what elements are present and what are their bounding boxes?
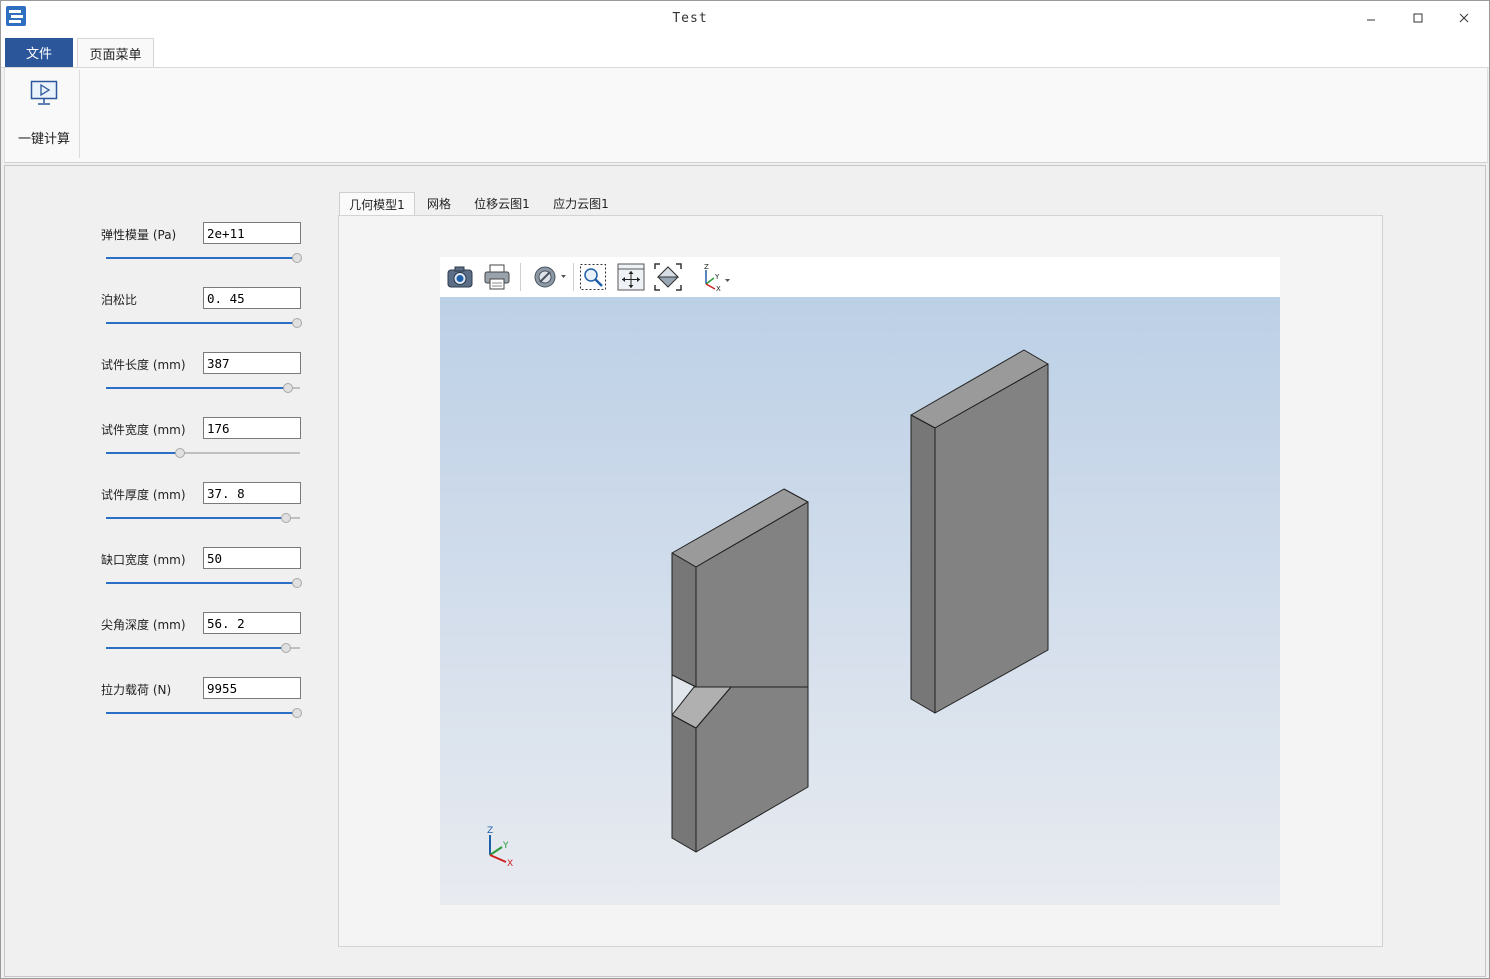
minimize-icon bbox=[1367, 19, 1375, 21]
tab-page-menu[interactable]: 页面菜单 bbox=[77, 38, 154, 67]
tab-mesh[interactable]: 网格 bbox=[419, 192, 459, 215]
slider-fill bbox=[106, 387, 291, 389]
ribbon-panel: 一键计算 bbox=[4, 68, 1488, 163]
poisson-ratio-input[interactable] bbox=[203, 287, 301, 309]
hide-icon[interactable] bbox=[532, 262, 568, 292]
viewer-toolbar: Z Y X bbox=[440, 257, 1280, 297]
calc-button-label: 一键计算 bbox=[17, 132, 70, 147]
elastic-modulus-input[interactable] bbox=[203, 222, 301, 244]
maximize-button[interactable] bbox=[1395, 5, 1441, 31]
minimize-button[interactable] bbox=[1349, 5, 1395, 31]
svg-text:X: X bbox=[716, 285, 721, 292]
slider-fill bbox=[106, 712, 300, 714]
printer-icon[interactable] bbox=[482, 262, 512, 292]
maximize-icon bbox=[1413, 13, 1423, 23]
elastic-modulus-label: 弹性模量 (Pa) bbox=[101, 228, 177, 242]
model-render: Z Y X bbox=[487, 349, 1049, 869]
param-row-notch-width: 缺口宽度 (mm) bbox=[101, 547, 311, 607]
param-row-specimen-width: 试件宽度 (mm) bbox=[101, 417, 311, 477]
specimen-left-part bbox=[671, 488, 809, 853]
slider-handle[interactable] bbox=[282, 383, 293, 393]
monitor-play-icon bbox=[30, 80, 58, 105]
toolbar-separator bbox=[573, 263, 574, 291]
app-window: Test 文件 页面菜单 一键计算 弹性模量 (Pa) 泊松比试件长度 (mm) 试… bbox=[0, 0, 1490, 979]
tip-depth-slider[interactable] bbox=[106, 641, 300, 655]
ribbon-tab-bar: 文件 页面菜单 bbox=[1, 37, 1489, 68]
tab-stress-contour[interactable]: 应力云图1 bbox=[546, 192, 616, 215]
notch-width-slider[interactable] bbox=[106, 576, 303, 590]
param-row-specimen-thickness: 试件厚度 (mm) bbox=[101, 482, 311, 542]
slider-fill bbox=[106, 647, 289, 649]
poisson-ratio-slider[interactable] bbox=[106, 316, 303, 330]
axis-triad: Z Y X bbox=[487, 826, 513, 869]
close-icon bbox=[1459, 13, 1469, 23]
toolbar-separator bbox=[520, 263, 521, 291]
tab-displacement-contour[interactable]: 位移云图1 bbox=[467, 192, 537, 215]
slider-handle[interactable] bbox=[280, 513, 291, 523]
window-title: Test bbox=[672, 11, 708, 26]
right-part-side-face bbox=[910, 414, 936, 714]
specimen-thickness-input[interactable] bbox=[203, 482, 301, 504]
slider-handle[interactable] bbox=[175, 448, 186, 458]
triad-x-label: X bbox=[507, 859, 513, 869]
param-row-tensile-load: 拉力载荷 (N) bbox=[101, 677, 311, 737]
3d-scene[interactable]: Z Y X bbox=[440, 297, 1280, 905]
triad-z-label: Z bbox=[487, 826, 493, 836]
specimen-length-slider[interactable] bbox=[106, 381, 300, 395]
notch-width-label: 缺口宽度 (mm) bbox=[101, 553, 186, 567]
triad-y-label: Y bbox=[502, 841, 509, 851]
fit-view-icon[interactable] bbox=[653, 262, 683, 292]
param-row-specimen-length: 试件长度 (mm) bbox=[101, 352, 311, 412]
param-row-poisson-ratio: 泊松比 bbox=[101, 287, 311, 347]
slider-fill bbox=[106, 257, 300, 259]
notch-width-input[interactable] bbox=[203, 547, 301, 569]
specimen-thickness-slider[interactable] bbox=[106, 511, 300, 525]
one-click-calculate-button[interactable]: 一键计算 bbox=[13, 76, 75, 147]
close-button[interactable] bbox=[1441, 5, 1487, 31]
left-part-side-face-lower bbox=[671, 714, 697, 853]
specimen-right-part bbox=[910, 349, 1049, 714]
param-row-tip-depth: 尖角深度 (mm) bbox=[101, 612, 311, 672]
svg-text:Z: Z bbox=[704, 263, 709, 271]
left-part-side-face-upper bbox=[671, 552, 697, 688]
slider-fill bbox=[106, 452, 180, 454]
tensile-load-input[interactable] bbox=[203, 677, 301, 699]
specimen-thickness-label: 试件厚度 (mm) bbox=[101, 488, 186, 502]
ribbon-divider bbox=[79, 70, 80, 158]
tensile-load-slider[interactable] bbox=[106, 706, 303, 720]
elastic-modulus-slider[interactable] bbox=[106, 251, 303, 265]
slider-fill bbox=[106, 322, 300, 324]
title-bar: Test bbox=[1, 1, 1489, 37]
tensile-load-label: 拉力载荷 (N) bbox=[101, 683, 172, 697]
3d-viewer[interactable]: Z Y X Z Y X bbox=[440, 257, 1280, 905]
camera-icon[interactable] bbox=[445, 262, 475, 292]
specimen-width-input[interactable] bbox=[203, 417, 301, 439]
tab-file[interactable]: 文件 bbox=[5, 38, 73, 67]
slider-handle[interactable] bbox=[292, 253, 303, 263]
slider-handle[interactable] bbox=[292, 708, 303, 718]
pan-icon[interactable] bbox=[616, 262, 646, 292]
specimen-width-label: 试件宽度 (mm) bbox=[101, 423, 186, 437]
zoom-window-icon[interactable] bbox=[578, 262, 608, 292]
left-part-front-face-lower bbox=[695, 686, 809, 853]
slider-fill bbox=[106, 517, 289, 519]
specimen-length-label: 试件长度 (mm) bbox=[101, 358, 186, 372]
slider-handle[interactable] bbox=[280, 643, 291, 653]
svg-text:Y: Y bbox=[714, 273, 720, 281]
poisson-ratio-label: 泊松比 bbox=[101, 293, 138, 307]
slider-fill bbox=[106, 582, 300, 584]
axes-orientation-icon[interactable]: Z Y X bbox=[696, 262, 736, 292]
slider-handle[interactable] bbox=[292, 318, 303, 328]
param-row-elastic-modulus: 弹性模量 (Pa) bbox=[101, 222, 311, 282]
tip-depth-input[interactable] bbox=[203, 612, 301, 634]
specimen-width-slider[interactable] bbox=[106, 446, 300, 460]
tab-geometry-model[interactable]: 几何模型1 bbox=[339, 192, 415, 216]
slider-handle[interactable] bbox=[292, 578, 303, 588]
tip-depth-label: 尖角深度 (mm) bbox=[101, 618, 186, 632]
specimen-length-input[interactable] bbox=[203, 352, 301, 374]
